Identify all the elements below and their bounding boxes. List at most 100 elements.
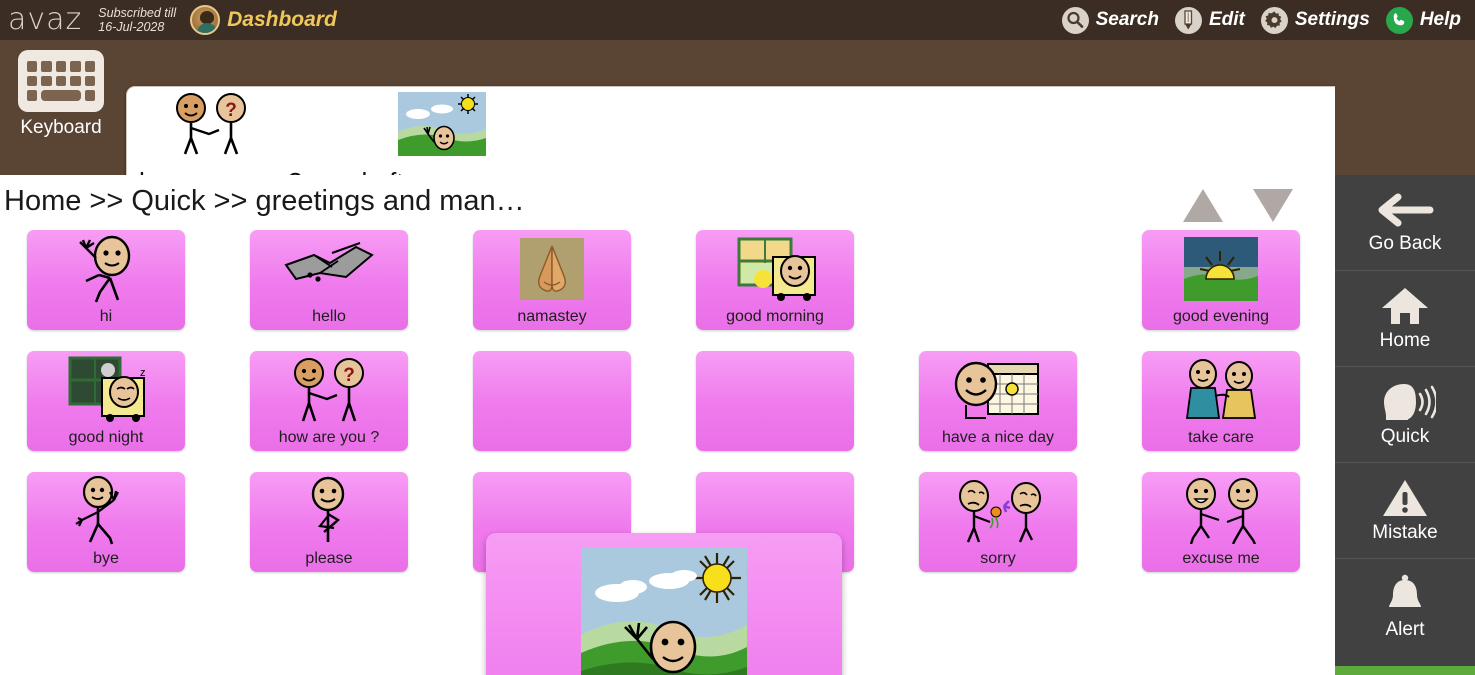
sunny-hills-waving-icon — [398, 91, 486, 157]
cell-label: excuse me — [1182, 550, 1260, 567]
grid-cell-namastey[interactable]: namastey — [473, 230, 631, 330]
cell-label: have a nice day — [941, 429, 1055, 446]
settings-button[interactable]: Settings — [1260, 6, 1370, 34]
bell-icon — [1384, 573, 1426, 615]
grid-cell-good-night[interactable]: z good night — [27, 351, 185, 451]
sidebar-item-mistake[interactable]: Mistake — [1335, 463, 1475, 559]
keyboard-icon — [18, 50, 104, 112]
grid-cell-hello[interactable]: hello — [250, 230, 408, 330]
dashboard-label: Dashboard — [227, 8, 337, 31]
keyboard-button[interactable]: Keyboard — [16, 50, 106, 139]
sidebar-item-alert[interactable]: Alert — [1335, 559, 1475, 655]
sentence-item[interactable]: ? — [127, 91, 297, 157]
grid-cell-bye[interactable]: bye — [27, 472, 185, 572]
grid-cell-good-evening[interactable]: good evening — [1142, 230, 1300, 330]
grid-cell-good-morning[interactable]: good morning — [696, 230, 854, 330]
sidebar-item-home[interactable]: Home — [1335, 271, 1475, 367]
search-button[interactable]: Search — [1061, 6, 1159, 34]
cell-label: good morning — [726, 308, 824, 325]
two-people-caring-icon — [1142, 354, 1300, 426]
dashboard-button[interactable]: Dashboard — [190, 5, 337, 35]
grid-cell-please[interactable]: please — [250, 472, 408, 572]
gear-icon — [1260, 6, 1288, 34]
sentence-bar-row: Keyboard ? — [0, 40, 1475, 208]
praying-hands-icon — [473, 233, 631, 305]
user-avatar-icon — [190, 5, 221, 35]
pencil-icon — [1174, 6, 1202, 34]
sentence-symbols: ? — [127, 91, 527, 157]
sidebar-item-quick[interactable]: Quick — [1335, 367, 1475, 463]
sidebar-label: Mistake — [1372, 521, 1438, 543]
search-label: Search — [1095, 9, 1159, 30]
arrow-left-icon — [1376, 191, 1434, 229]
cell-label: namastey — [517, 308, 587, 325]
svg-text:z: z — [140, 367, 146, 379]
sentence-item[interactable] — [357, 91, 527, 157]
grid-cell-sorry[interactable]: sorry — [919, 472, 1077, 572]
person-pleading-icon — [250, 475, 408, 547]
grid-cell-take-care[interactable]: take care — [1142, 351, 1300, 451]
cell-label: hello — [312, 308, 346, 325]
subscription-status: Subscribed till 16-Jul-2028 — [98, 6, 176, 34]
grid-cell-hi[interactable]: hi — [27, 230, 185, 330]
keyboard-label: Keyboard — [20, 117, 102, 138]
cell-label: take care — [1188, 429, 1254, 446]
sunset-hills-icon — [1142, 233, 1300, 305]
help-button[interactable]: Help — [1385, 6, 1461, 34]
triangle-down-icon[interactable] — [1253, 189, 1293, 222]
two-people-question-icon: ? — [157, 91, 267, 157]
grid-cell-excuse-me[interactable]: excuse me — [1142, 472, 1300, 572]
header-actions: Search Edit Settings Help — [1061, 6, 1461, 34]
main-content: Home >> Quick >> greetings and man… hi h… — [0, 175, 1335, 675]
enlarged-symbol-popup[interactable]: good afternoon — [486, 533, 842, 675]
sidebar-item-go-back[interactable]: Go Back — [1335, 175, 1475, 271]
sidebar-label: Home — [1379, 329, 1431, 351]
face-calendar-icon — [919, 354, 1077, 426]
sidebar-label: Quick — [1380, 425, 1430, 447]
page-scroll-controls — [1183, 189, 1293, 222]
window-sunrise-person-icon — [696, 233, 854, 305]
window-moon-sleeping-icon: z — [27, 354, 185, 426]
cell-label: good night — [68, 429, 144, 446]
edit-label: Edit — [1208, 9, 1245, 30]
cell-label: hi — [99, 308, 113, 325]
grid-cell-hidden[interactable] — [696, 351, 854, 451]
grid-cell-hidden[interactable] — [473, 351, 631, 451]
sidebar-top-spacer — [1335, 40, 1475, 175]
triangle-up-icon[interactable] — [1183, 189, 1223, 222]
settings-label: Settings — [1294, 9, 1370, 30]
breadcrumb[interactable]: Home >> Quick >> greetings and man… — [4, 185, 525, 218]
waving-person-icon — [27, 233, 185, 305]
cell-label: please — [305, 550, 353, 567]
sidebar-label: Go Back — [1368, 232, 1442, 254]
subscription-line-2: 16-Jul-2028 — [98, 20, 165, 34]
sidebar-accent-strip — [1335, 666, 1475, 675]
right-sidebar: Go Back Home Quick Mistake Alert — [1335, 175, 1475, 675]
cell-label: good evening — [1172, 308, 1270, 325]
cell-label: how are you ? — [278, 429, 380, 446]
two-people-excuse-icon — [1142, 475, 1300, 547]
grid-cell-have-a-nice-day[interactable]: have a nice day — [919, 351, 1077, 451]
handshake-icon — [250, 233, 408, 305]
grid-cell-how-are-you[interactable]: ? how are you ? — [250, 351, 408, 451]
edit-button[interactable]: Edit — [1174, 6, 1245, 34]
avaz-app-window: avaz Subscribed till 16-Jul-2028 Dashboa… — [0, 0, 1475, 675]
two-people-question-icon: ? — [250, 354, 408, 426]
cell-label: sorry — [980, 550, 1016, 567]
help-label: Help — [1419, 9, 1461, 30]
svg-text:?: ? — [343, 365, 355, 386]
svg-text:?: ? — [225, 100, 237, 121]
avaz-logo: avaz — [8, 2, 83, 37]
help-phone-icon — [1385, 6, 1413, 34]
home-icon — [1381, 286, 1429, 326]
search-icon — [1061, 6, 1089, 34]
warning-triangle-icon — [1381, 478, 1429, 518]
speaking-head-icon — [1374, 382, 1436, 422]
subscription-line-1: Subscribed till — [98, 6, 177, 20]
person-offering-flower-icon — [919, 475, 1077, 547]
sidebar-label: Alert — [1385, 619, 1425, 640]
cell-label: bye — [93, 550, 119, 567]
sunny-hills-waving-icon — [486, 545, 842, 675]
top-header-bar: avaz Subscribed till 16-Jul-2028 Dashboa… — [0, 0, 1475, 40]
waving-walking-person-icon — [27, 475, 185, 547]
